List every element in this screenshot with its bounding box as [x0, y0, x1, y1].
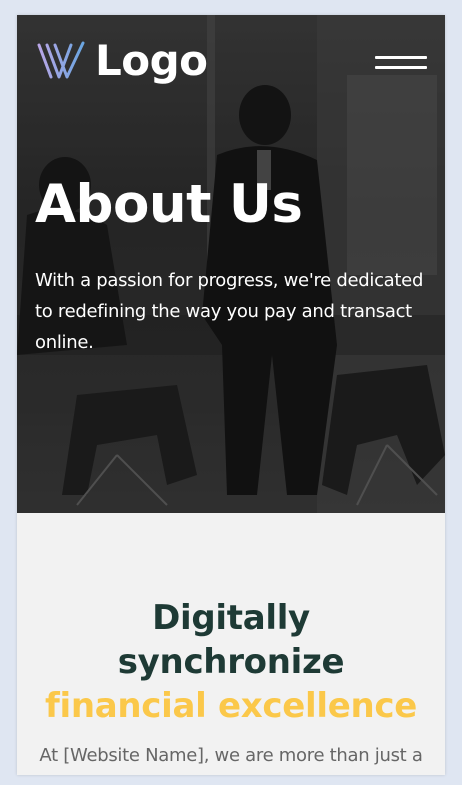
site-logo[interactable]: Logo: [37, 39, 208, 83]
intro-heading-line2: synchronize: [117, 642, 345, 682]
hero-overlay: [17, 15, 445, 513]
page-title: About Us: [35, 174, 303, 235]
page-frame: Logo About Us With a passion for progres…: [17, 15, 445, 775]
intro-text: At [Website Name], we are more than just…: [39, 745, 423, 766]
hamburger-menu-icon[interactable]: [375, 53, 427, 73]
intro-heading-line1: Digitally: [152, 598, 310, 638]
hero-description: With a passion for progress, we're dedic…: [35, 270, 424, 353]
w-mark-icon: [37, 41, 85, 79]
intro-section: Digitally synchronize financial excellen…: [17, 513, 445, 775]
intro-heading-accent: financial excellence: [44, 686, 418, 726]
hero-section: Logo About Us With a passion for progres…: [17, 15, 445, 513]
logo-text: Logo: [95, 36, 208, 85]
